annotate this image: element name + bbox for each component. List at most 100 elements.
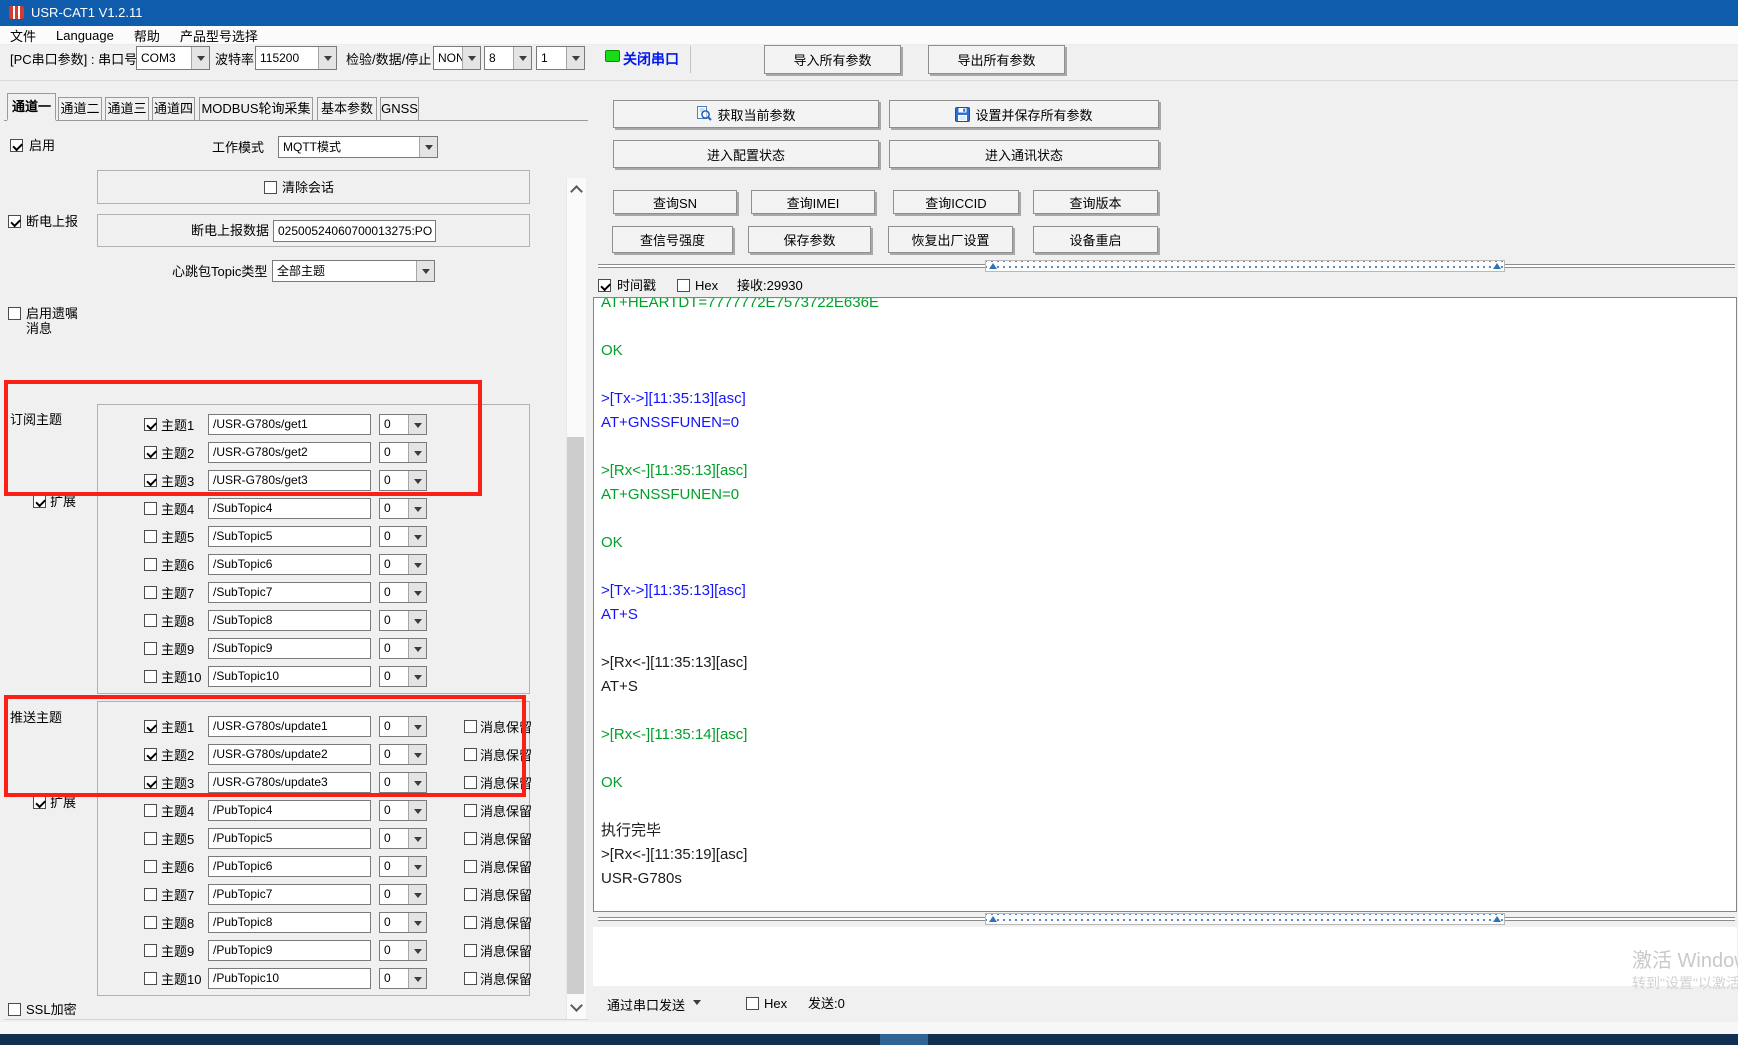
chevron-down-icon[interactable] xyxy=(513,47,531,69)
subscribe-topic-3-checkbox[interactable] xyxy=(144,474,157,487)
scroll-up-arrow-icon[interactable] xyxy=(570,184,582,194)
stop-bits-select[interactable]: 1 xyxy=(536,46,585,70)
subscribe-topic-9-qos-select[interactable]: 0 xyxy=(379,638,427,659)
get-current-params-button[interactable]: 获取当前参数 xyxy=(613,100,879,128)
chevron-down-icon[interactable] xyxy=(408,499,426,518)
chevron-down-icon[interactable] xyxy=(408,773,426,792)
subscribe-topic-8-input[interactable]: /SubTopic8 xyxy=(208,610,371,631)
publish-topic-8-input[interactable]: /PubTopic8 xyxy=(208,912,371,933)
publish-topic-4-input[interactable]: /PubTopic4 xyxy=(208,800,371,821)
chevron-down-icon[interactable] xyxy=(408,639,426,658)
subscribe-topic-3-input[interactable]: /USR-G780s/get3 xyxy=(208,470,371,491)
chevron-down-icon[interactable] xyxy=(408,527,426,546)
chevron-down-icon[interactable] xyxy=(462,47,480,69)
subscribe-topic-1-checkbox[interactable] xyxy=(144,418,157,431)
ssl-encrypt-checkbox[interactable] xyxy=(8,1003,21,1016)
export-params-button[interactable]: 导出所有参数 xyxy=(928,45,1065,74)
publish-topic-3-qos-select[interactable]: 0 xyxy=(379,772,427,793)
com-port-select[interactable]: COM3 xyxy=(136,46,210,70)
subscribe-topic-8-checkbox[interactable] xyxy=(144,614,157,627)
publish-topic-9-qos-select[interactable]: 0 xyxy=(379,940,427,961)
publish-topic-8-retain-checkbox[interactable] xyxy=(464,916,477,929)
subscribe-topic-10-checkbox[interactable] xyxy=(144,670,157,683)
device-restart-button[interactable]: 设备重启 xyxy=(1033,226,1158,253)
publish-topic-3-checkbox[interactable] xyxy=(144,776,157,789)
publish-topic-1-qos-select[interactable]: 0 xyxy=(379,716,427,737)
publish-topic-2-checkbox[interactable] xyxy=(144,748,157,761)
subscribe-topic-7-input[interactable]: /SubTopic7 xyxy=(208,582,371,603)
chevron-down-icon[interactable] xyxy=(191,47,209,69)
publish-topic-6-qos-select[interactable]: 0 xyxy=(379,856,427,877)
horizontal-scrollbar-thumb[interactable] xyxy=(985,913,1505,925)
publish-topic-7-checkbox[interactable] xyxy=(144,888,157,901)
publish-topic-5-input[interactable]: /PubTopic5 xyxy=(208,828,371,849)
subscribe-topic-5-qos-select[interactable]: 0 xyxy=(379,526,427,547)
menu-help[interactable]: 帮助 xyxy=(134,26,160,45)
close-port-button[interactable]: 关闭串口 xyxy=(623,49,679,69)
subscribe-topic-1-input[interactable]: /USR-G780s/get1 xyxy=(208,414,371,435)
chevron-down-icon[interactable] xyxy=(408,583,426,602)
chevron-down-icon[interactable] xyxy=(408,471,426,490)
publish-topic-4-retain-checkbox[interactable] xyxy=(464,804,477,817)
timestamp-checkbox[interactable] xyxy=(598,279,611,292)
power-off-report-checkbox[interactable] xyxy=(8,215,21,228)
subscribe-topic-3-qos-select[interactable]: 0 xyxy=(379,470,427,491)
subscribe-topic-6-qos-select[interactable]: 0 xyxy=(379,554,427,575)
publish-topic-1-retain-checkbox[interactable] xyxy=(464,720,477,733)
params-horizontal-scrollbar[interactable] xyxy=(598,260,1735,272)
subscribe-topic-4-checkbox[interactable] xyxy=(144,502,157,515)
publish-topic-2-input[interactable]: /USR-G780s/update2 xyxy=(208,744,371,765)
publish-topic-5-qos-select[interactable]: 0 xyxy=(379,828,427,849)
publish-topic-9-checkbox[interactable] xyxy=(144,944,157,957)
publish-extend-checkbox[interactable] xyxy=(33,796,46,809)
send-hex-checkbox[interactable] xyxy=(746,997,759,1010)
title-bar[interactable]: USR-CAT1 V1.2.11 xyxy=(0,0,1738,26)
save-params-button[interactable]: 保存参数 xyxy=(748,226,871,253)
send-input-area[interactable] xyxy=(593,927,1737,986)
chevron-down-icon[interactable] xyxy=(408,415,426,434)
chevron-down-icon[interactable] xyxy=(318,47,336,69)
publish-topic-1-input[interactable]: /USR-G780s/update1 xyxy=(208,716,371,737)
publish-topic-1-checkbox[interactable] xyxy=(144,720,157,733)
tab-gnss[interactable]: GNSS xyxy=(380,97,419,120)
vertical-scrollbar-thumb[interactable] xyxy=(567,437,584,994)
tab-channel-1[interactable]: 通道一 xyxy=(7,93,56,121)
tab-channel-2[interactable]: 通道二 xyxy=(58,97,102,120)
subscribe-topic-4-qos-select[interactable]: 0 xyxy=(379,498,427,519)
subscribe-extend-checkbox[interactable] xyxy=(33,495,46,508)
publish-topic-10-input[interactable]: /PubTopic10 xyxy=(208,968,371,989)
chevron-down-icon[interactable] xyxy=(408,913,426,932)
data-bits-select[interactable]: 8 xyxy=(484,46,532,70)
query-signal-button[interactable]: 查信号强度 xyxy=(612,226,733,253)
query-sn-button[interactable]: 查询SN xyxy=(613,190,737,214)
chevron-down-icon[interactable] xyxy=(408,829,426,848)
chevron-down-icon[interactable] xyxy=(408,857,426,876)
publish-topic-5-checkbox[interactable] xyxy=(144,832,157,845)
chevron-down-icon[interactable] xyxy=(408,667,426,686)
subscribe-topic-2-input[interactable]: /USR-G780s/get2 xyxy=(208,442,371,463)
query-imei-button[interactable]: 查询IMEI xyxy=(751,190,875,214)
publish-topic-10-checkbox[interactable] xyxy=(144,972,157,985)
baud-rate-select[interactable]: 115200 xyxy=(255,46,337,70)
chevron-down-icon[interactable] xyxy=(419,137,437,157)
publish-topic-7-input[interactable]: /PubTopic7 xyxy=(208,884,371,905)
tab-channel-4[interactable]: 通道四 xyxy=(152,97,195,120)
serial-log-area[interactable]: AT+HEARTDT=7777772E7573722E636E OK >[Tx-… xyxy=(593,297,1737,912)
subscribe-topic-4-input[interactable]: /SubTopic4 xyxy=(208,498,371,519)
subscribe-topic-7-qos-select[interactable]: 0 xyxy=(379,582,427,603)
subscribe-topic-10-qos-select[interactable]: 0 xyxy=(379,666,427,687)
chevron-down-icon[interactable] xyxy=(408,745,426,764)
subscribe-topic-9-input[interactable]: /SubTopic9 xyxy=(208,638,371,659)
power-off-data-input[interactable]: 02500524060700013275:PO xyxy=(273,220,436,242)
menu-product-select[interactable]: 产品型号选择 xyxy=(180,26,258,45)
chevron-down-icon[interactable] xyxy=(408,941,426,960)
recv-hex-checkbox[interactable] xyxy=(677,279,690,292)
menu-language[interactable]: Language xyxy=(56,28,114,43)
publish-topic-8-checkbox[interactable] xyxy=(144,916,157,929)
chevron-down-icon[interactable] xyxy=(408,969,426,988)
publish-topic-3-input[interactable]: /USR-G780s/update3 xyxy=(208,772,371,793)
work-mode-select[interactable]: MQTT模式 xyxy=(278,136,438,158)
publish-topic-6-input[interactable]: /PubTopic6 xyxy=(208,856,371,877)
enter-config-state-button[interactable]: 进入配置状态 xyxy=(613,140,879,168)
publish-topic-7-qos-select[interactable]: 0 xyxy=(379,884,427,905)
